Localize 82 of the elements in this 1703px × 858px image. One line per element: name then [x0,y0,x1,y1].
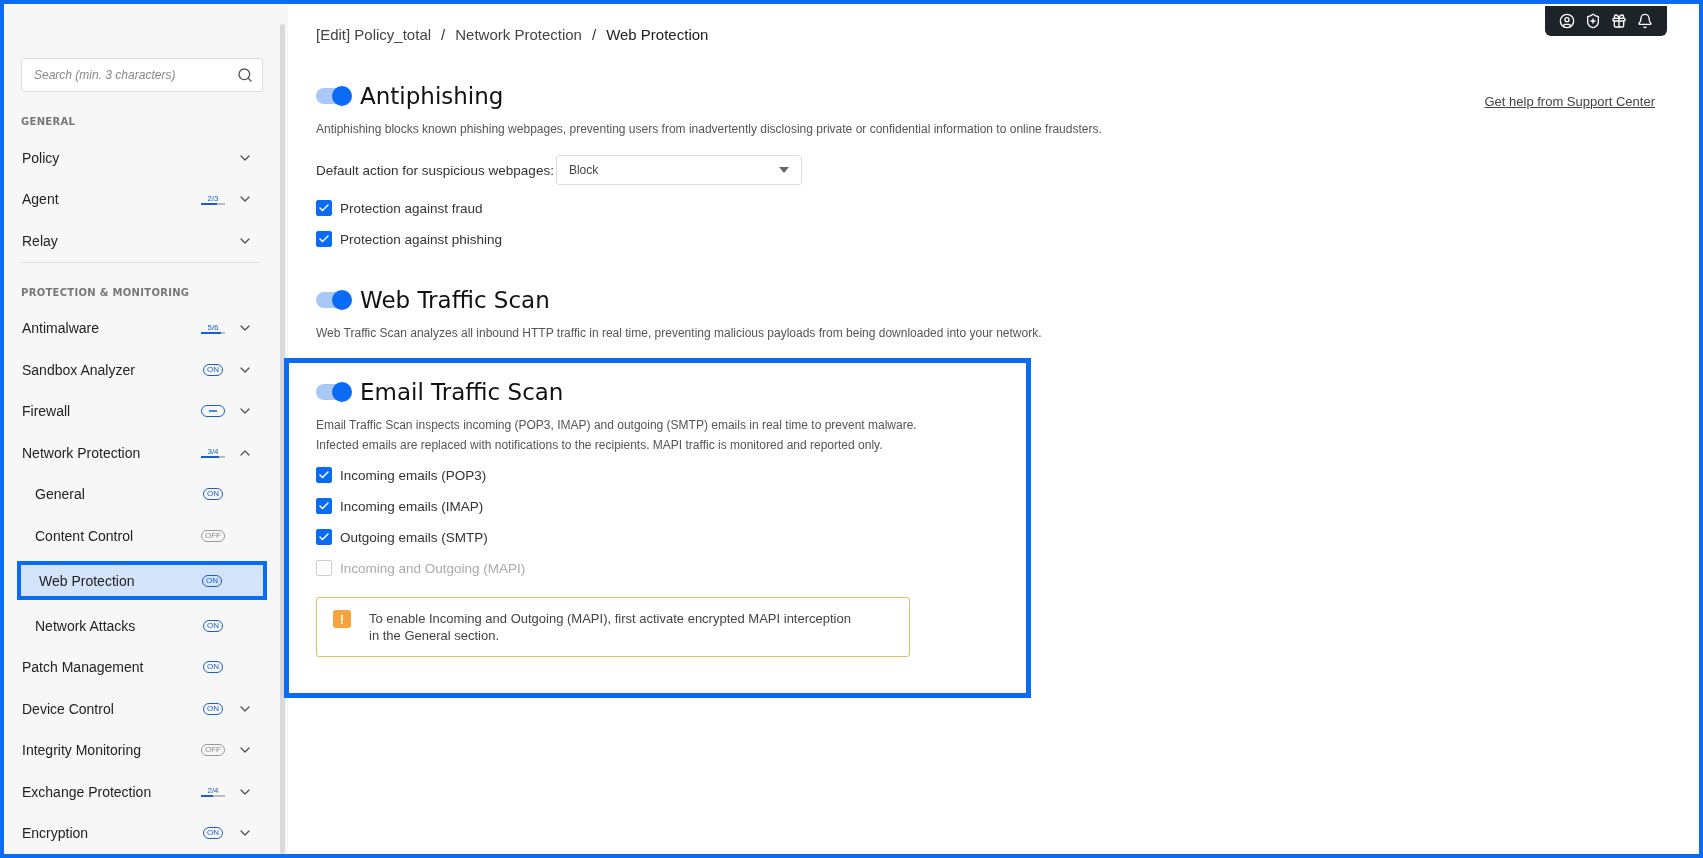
sidebar-item[interactable]: Antimalware 5/6 [17,307,264,350]
section-description: Web Traffic Scan analyzes all inbound HTTP traffic in real time, preventing malicious payloads from being downloaded into your network. [316,325,1043,342]
sidebar-item[interactable]: Exchange Protection 2/4 [17,771,264,813]
sidebar-item[interactable]: Device Control ON [17,688,264,730]
user-icon[interactable] [1559,13,1575,29]
sidebar-item[interactable]: General ON [17,473,264,515]
sidebar-item-label: Agent [22,191,60,208]
sidebar-item[interactable]: Sandbox Analyzer ON [17,349,264,391]
sidebar-item-label: Content Control [35,527,135,544]
caret-icon [778,167,789,173]
sidebar-item-label: Integrity Monitoring [22,742,143,759]
sidebar-item-label: Network Protection [22,444,142,461]
sidebar-item[interactable]: Integrity Monitoring OFF [17,729,264,772]
toggle-switch[interactable] [316,88,350,104]
breadcrumb-item[interactable]: Network Protection [455,26,582,54]
toggle-switch[interactable] [316,384,350,400]
section-title: Email Traffic Scan [360,379,564,405]
bell-icon[interactable] [1637,13,1653,29]
progress-count: 2/4 [207,786,219,796]
sidebar-item[interactable]: Network Attacks ON [17,605,264,647]
breadcrumb-item: Web Protection [606,26,709,45]
section-title: Antiphishing [360,83,504,109]
checkbox-label: Protection against fraud [340,200,483,216]
checkbox[interactable] [316,498,332,514]
checkmark-icon [318,531,330,543]
scrollbar[interactable] [280,24,285,854]
breadcrumb-item[interactable]: [Edit] Policy_total [316,26,432,54]
checkbox-label: Outgoing emails (SMTP) [340,529,488,545]
shield-icon[interactable] [1585,13,1601,29]
sidebar-item-label: Exchange Protection [22,783,153,800]
sidebar-item-label: Network Attacks [35,618,137,634]
checkmark-icon [318,500,330,512]
sidebar-item-label: Sandbox Analyzer [22,361,136,378]
checkbox[interactable] [316,231,332,247]
sidebar-item-label: Patch Management [22,659,145,676]
checkbox-label: Protection against phishing [340,231,503,247]
group-heading: PROTECTION & MONITORING [20,285,191,300]
sidebar-item-label: Policy [22,149,61,166]
warning-icon: ! [333,610,351,628]
section-title: Web Traffic Scan [360,287,550,313]
progress-count: 3/4 [207,447,219,457]
sidebar-item[interactable]: Firewall [17,390,264,433]
checkbox-label: Incoming emails (POP3) [340,467,487,483]
group-heading: GENERAL [20,115,77,129]
partial-status-icon [201,405,225,418]
sidebar-item[interactable]: Relay [17,220,264,262]
checkmark-icon [318,233,330,245]
support-link[interactable]: Get help from Support Center [1484,94,1655,109]
breadcrumb-separator: / [591,26,597,45]
sidebar-item[interactable]: Policy [17,137,264,179]
checkmark-icon [318,469,330,481]
search-field[interactable]: Search (min. 3 characters) [21,58,263,92]
sidebar-item-label: Web Protection [39,572,136,589]
sidebar-item[interactable]: Patch Management ON [17,646,264,689]
gift-icon[interactable] [1611,13,1627,29]
sidebar-item-label: Encryption [22,825,90,842]
action-dropdown[interactable]: Block [555,155,802,185]
progress-count: 5/6 [207,322,219,332]
sidebar-item-label: Firewall [22,403,72,420]
warning-text: To enable Incoming and Outgoing (MAPI), first activate encrypted MAPI interception in the General section. [369,610,851,644]
search-icon[interactable] [237,67,253,83]
sidebar-item[interactable]: Network Protection 3/4 [17,432,264,474]
checkbox-label: Incoming emails (IMAP) [340,498,484,514]
section-description: Antiphishing blocks known phishing webpages, preventing users from inadvertently disclosing private or confidential information to online fraudsters. [316,121,1103,138]
section-description: Email Traffic Scan inspects incoming (POP3, IMAP) and outgoing (SMTP) emails in real time to prevent malware. Infected emails are replaced with notifications to the recipients. MAPI traffic is monitored and reported only. [316,417,918,454]
breadcrumb-separator: / [441,26,446,45]
sidebar-item[interactable]: Encryption ON [17,812,264,854]
field-label: Default action for suspicious webpages: [316,162,554,178]
progress-count: 2/3 [207,193,219,203]
sidebar-item[interactable]: Content Control OFF [17,515,264,557]
checkmark-icon [318,202,330,214]
checkbox[interactable] [316,529,332,545]
checkbox[interactable] [316,200,332,216]
sidebar-item-label: General [35,486,86,503]
sidebar-item[interactable]: Agent 2/3 [17,178,264,221]
checkbox-label: Incoming and Outgoing (MAPI) [340,560,526,576]
sidebar-item[interactable]: Web Protection ON [17,561,267,601]
toggle-switch[interactable] [316,292,350,308]
sidebar-item-label: Relay [22,232,59,249]
sidebar-item-label: Device Control [22,700,115,717]
sidebar-item-label: Antimalware [22,320,101,337]
checkbox[interactable] [316,467,332,483]
